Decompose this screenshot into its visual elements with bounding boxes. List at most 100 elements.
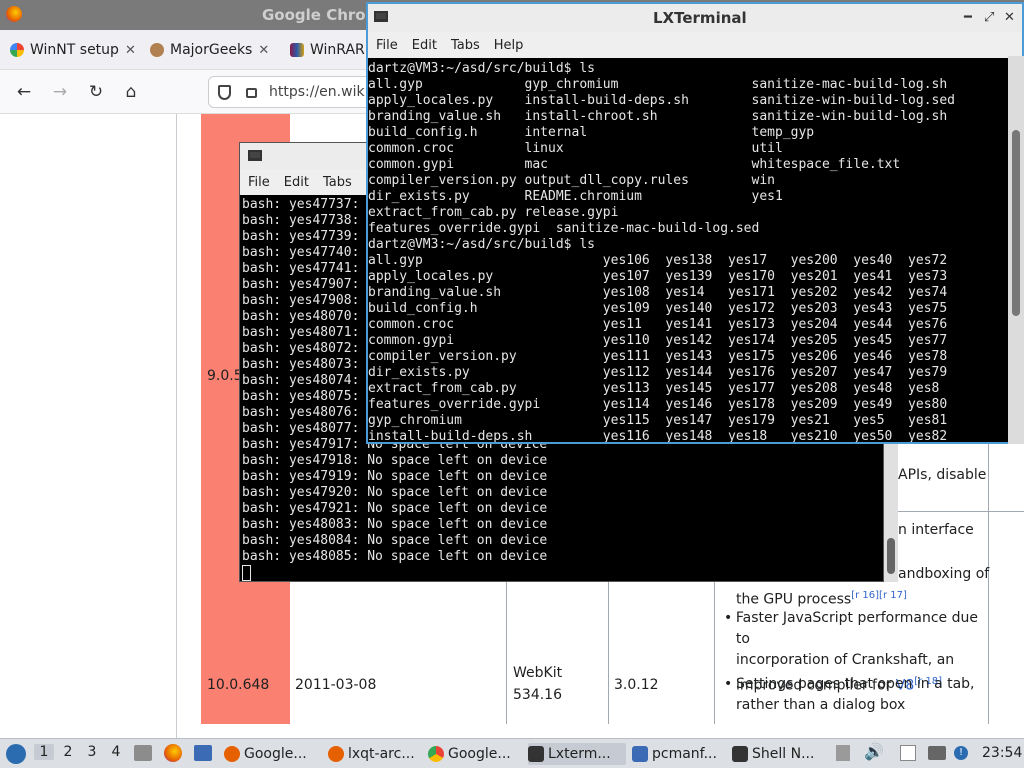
terminal-line: bash: yes48085: No space left on device <box>242 549 548 564</box>
menu-tabs[interactable]: Tabs <box>451 38 480 53</box>
task-google-1[interactable]: Google... <box>224 743 322 765</box>
bullet-settings: • Settings pages that open in a tab, rath… <box>724 676 975 713</box>
terminal-line: bash: yes47920: No space left on device <box>242 485 548 500</box>
task-pcmanfm[interactable]: pcmanf... <box>632 743 728 765</box>
row-engine-version: 534.16 <box>513 687 562 703</box>
menu-edit[interactable]: Edit <box>412 38 437 53</box>
terminal-menubar: File Edit Tabs Help <box>368 32 1022 58</box>
clock[interactable]: 23:54 <box>982 745 1022 761</box>
file-manager-launcher-icon[interactable] <box>134 745 152 761</box>
version-text: 9.0.5 <box>207 368 243 384</box>
workspace-4[interactable]: 4 <box>106 744 126 760</box>
workspace-1[interactable]: 1 <box>34 744 54 760</box>
terminal-line: gyp_chromium yes115 yes147 yes179 yes21 … <box>368 413 948 428</box>
terminal-line: build_config.h internal temp_gyp <box>368 125 815 140</box>
keyboard-icon[interactable] <box>928 746 946 760</box>
shield-icon <box>218 85 231 100</box>
firefox-icon <box>6 6 22 22</box>
folder-icon <box>632 746 648 762</box>
gpu-text: the GPU process[r 16][r 17] <box>736 590 907 608</box>
apis-text: APIs, disable <box>898 467 987 483</box>
majorgeeks-icon <box>150 43 164 57</box>
workspace-3[interactable]: 3 <box>82 744 102 760</box>
browser-tab-winnt[interactable]: WinNT setup ✕ <box>10 38 136 62</box>
terminal-line: features_override.gypi yes114 yes146 yes… <box>368 397 948 412</box>
scrollbar-thumb[interactable] <box>887 538 895 574</box>
terminal-line: branding_value.sh yes108 yes14 yes171 ye… <box>368 285 948 300</box>
terminal-line: branding_value.sh install-chroot.sh sani… <box>368 109 948 124</box>
row-v8-version: 3.0.12 <box>614 677 659 693</box>
close-icon[interactable]: ✕ <box>125 43 136 58</box>
minimize-icon[interactable]: ━ <box>964 10 972 25</box>
sandboxing-text: andboxing of <box>898 566 990 582</box>
trash-icon[interactable] <box>836 745 850 761</box>
browser-tab-majorgeeks[interactable]: MajorGeeks ✕ <box>150 38 269 62</box>
terminal-titlebar[interactable]: LXTerminal ━ ⤢ ✕ <box>368 4 1022 32</box>
home-icon[interactable]: ⌂ <box>121 82 141 102</box>
terminal-icon <box>374 11 388 22</box>
reload-icon[interactable]: ↻ <box>86 82 106 102</box>
left-column-divider <box>176 114 177 738</box>
terminal-line: bash: yes48084: No space left on device <box>242 533 548 548</box>
task-shell[interactable]: Shell N... <box>732 743 830 765</box>
terminal-icon <box>528 746 544 762</box>
firefox-icon <box>224 746 240 762</box>
terminal-icon <box>248 150 262 161</box>
terminal-line: bash: yes48083: No space left on device <box>242 517 548 532</box>
terminal-scrollbar[interactable] <box>1008 56 1024 444</box>
terminal-line: dir_exists.py README.chromium yes1 <box>368 189 783 204</box>
start-menu-icon[interactable] <box>6 744 26 764</box>
task-lxqt-archiver[interactable]: lxqt-arc... <box>328 743 422 765</box>
menu-help[interactable]: Help <box>494 38 524 53</box>
row-version: 10.0.648 <box>207 677 270 693</box>
close-icon[interactable]: ✕ <box>1004 10 1015 25</box>
clipboard-icon[interactable] <box>900 745 916 761</box>
row-date: 2011-03-08 <box>295 677 377 693</box>
terminal-line: all.gyp yes106 yes138 yes17 yes200 yes40… <box>368 253 948 268</box>
close-icon[interactable]: ✕ <box>258 43 269 58</box>
forward-arrow-icon[interactable]: → <box>50 82 70 102</box>
desktop-launcher-icon[interactable] <box>194 745 212 761</box>
firefox-launcher-icon[interactable] <box>164 744 182 762</box>
url-text: https://en.wik <box>269 84 365 100</box>
winrar-icon <box>290 43 304 57</box>
terminal-line: compiler_version.py yes111 yes143 yes175… <box>368 349 948 364</box>
menu-tabs[interactable]: Tabs <box>323 175 352 190</box>
menu-edit[interactable]: Edit <box>284 175 309 190</box>
task-lxterminal[interactable]: Lxterm... <box>528 743 626 765</box>
scrollbar-thumb[interactable] <box>1012 130 1020 316</box>
terminal-line: bash: yes47919: No space left on device <box>242 469 548 484</box>
workspace-2[interactable]: 2 <box>58 744 78 760</box>
volume-icon[interactable]: 🔊 <box>864 742 884 761</box>
terminal-line: all.gyp gyp_chromium sanitize-mac-build-… <box>368 77 948 92</box>
tab-label: WinRAR <box>310 42 365 58</box>
terminal-line: dartz@VM3:~/asd/src/build$ ls <box>368 61 595 76</box>
task-google-chrome[interactable]: Google... <box>428 743 524 765</box>
table-row-divider <box>884 511 1024 512</box>
browser-tab-winrar[interactable]: WinRAR <box>290 38 365 62</box>
update-notifier-icon[interactable]: ! <box>954 746 968 760</box>
google-icon <box>10 43 24 57</box>
maximize-icon[interactable]: ⤢ <box>984 10 994 25</box>
terminal-line: common.gypi yes110 yes142 yes174 yes205 … <box>368 333 948 348</box>
menu-file[interactable]: File <box>376 38 398 53</box>
terminal-output[interactable]: dartz@VM3:~/asd/src/build$ ls all.gyp gyp… <box>368 61 955 444</box>
terminal-line: apply_locales.py install-build-deps.sh s… <box>368 93 955 108</box>
terminal-line: build_config.h yes109 yes140 yes172 yes2… <box>368 301 948 316</box>
terminal-cursor <box>242 565 251 581</box>
back-arrow-icon[interactable]: ← <box>14 82 34 102</box>
terminal-line: apply_locales.py yes107 yes139 yes170 ye… <box>368 269 948 284</box>
taskbar: 1 2 3 4 Google... lxqt-arc... Google... … <box>0 738 1024 768</box>
terminal-line: common.croc yes11 yes141 yes173 yes204 y… <box>368 317 948 332</box>
terminal-line: dir_exists.py yes112 yes144 yes176 yes20… <box>368 365 948 380</box>
terminal-title: LXTerminal <box>653 9 747 27</box>
terminal-line: install-build-deps.sh yes116 yes148 yes1… <box>368 429 948 444</box>
row-engine-name: WebKit <box>513 665 563 681</box>
interface-text: n interface <box>898 522 974 538</box>
lxterminal-window[interactable]: LXTerminal ━ ⤢ ✕ File Edit Tabs Help dar… <box>366 2 1024 444</box>
firefox-icon <box>328 746 344 762</box>
terminal-icon <box>732 746 748 762</box>
terminal-line: extract_from_cab.py yes113 yes145 yes177… <box>368 381 940 396</box>
chrome-icon <box>428 746 444 762</box>
menu-file[interactable]: File <box>248 175 270 190</box>
